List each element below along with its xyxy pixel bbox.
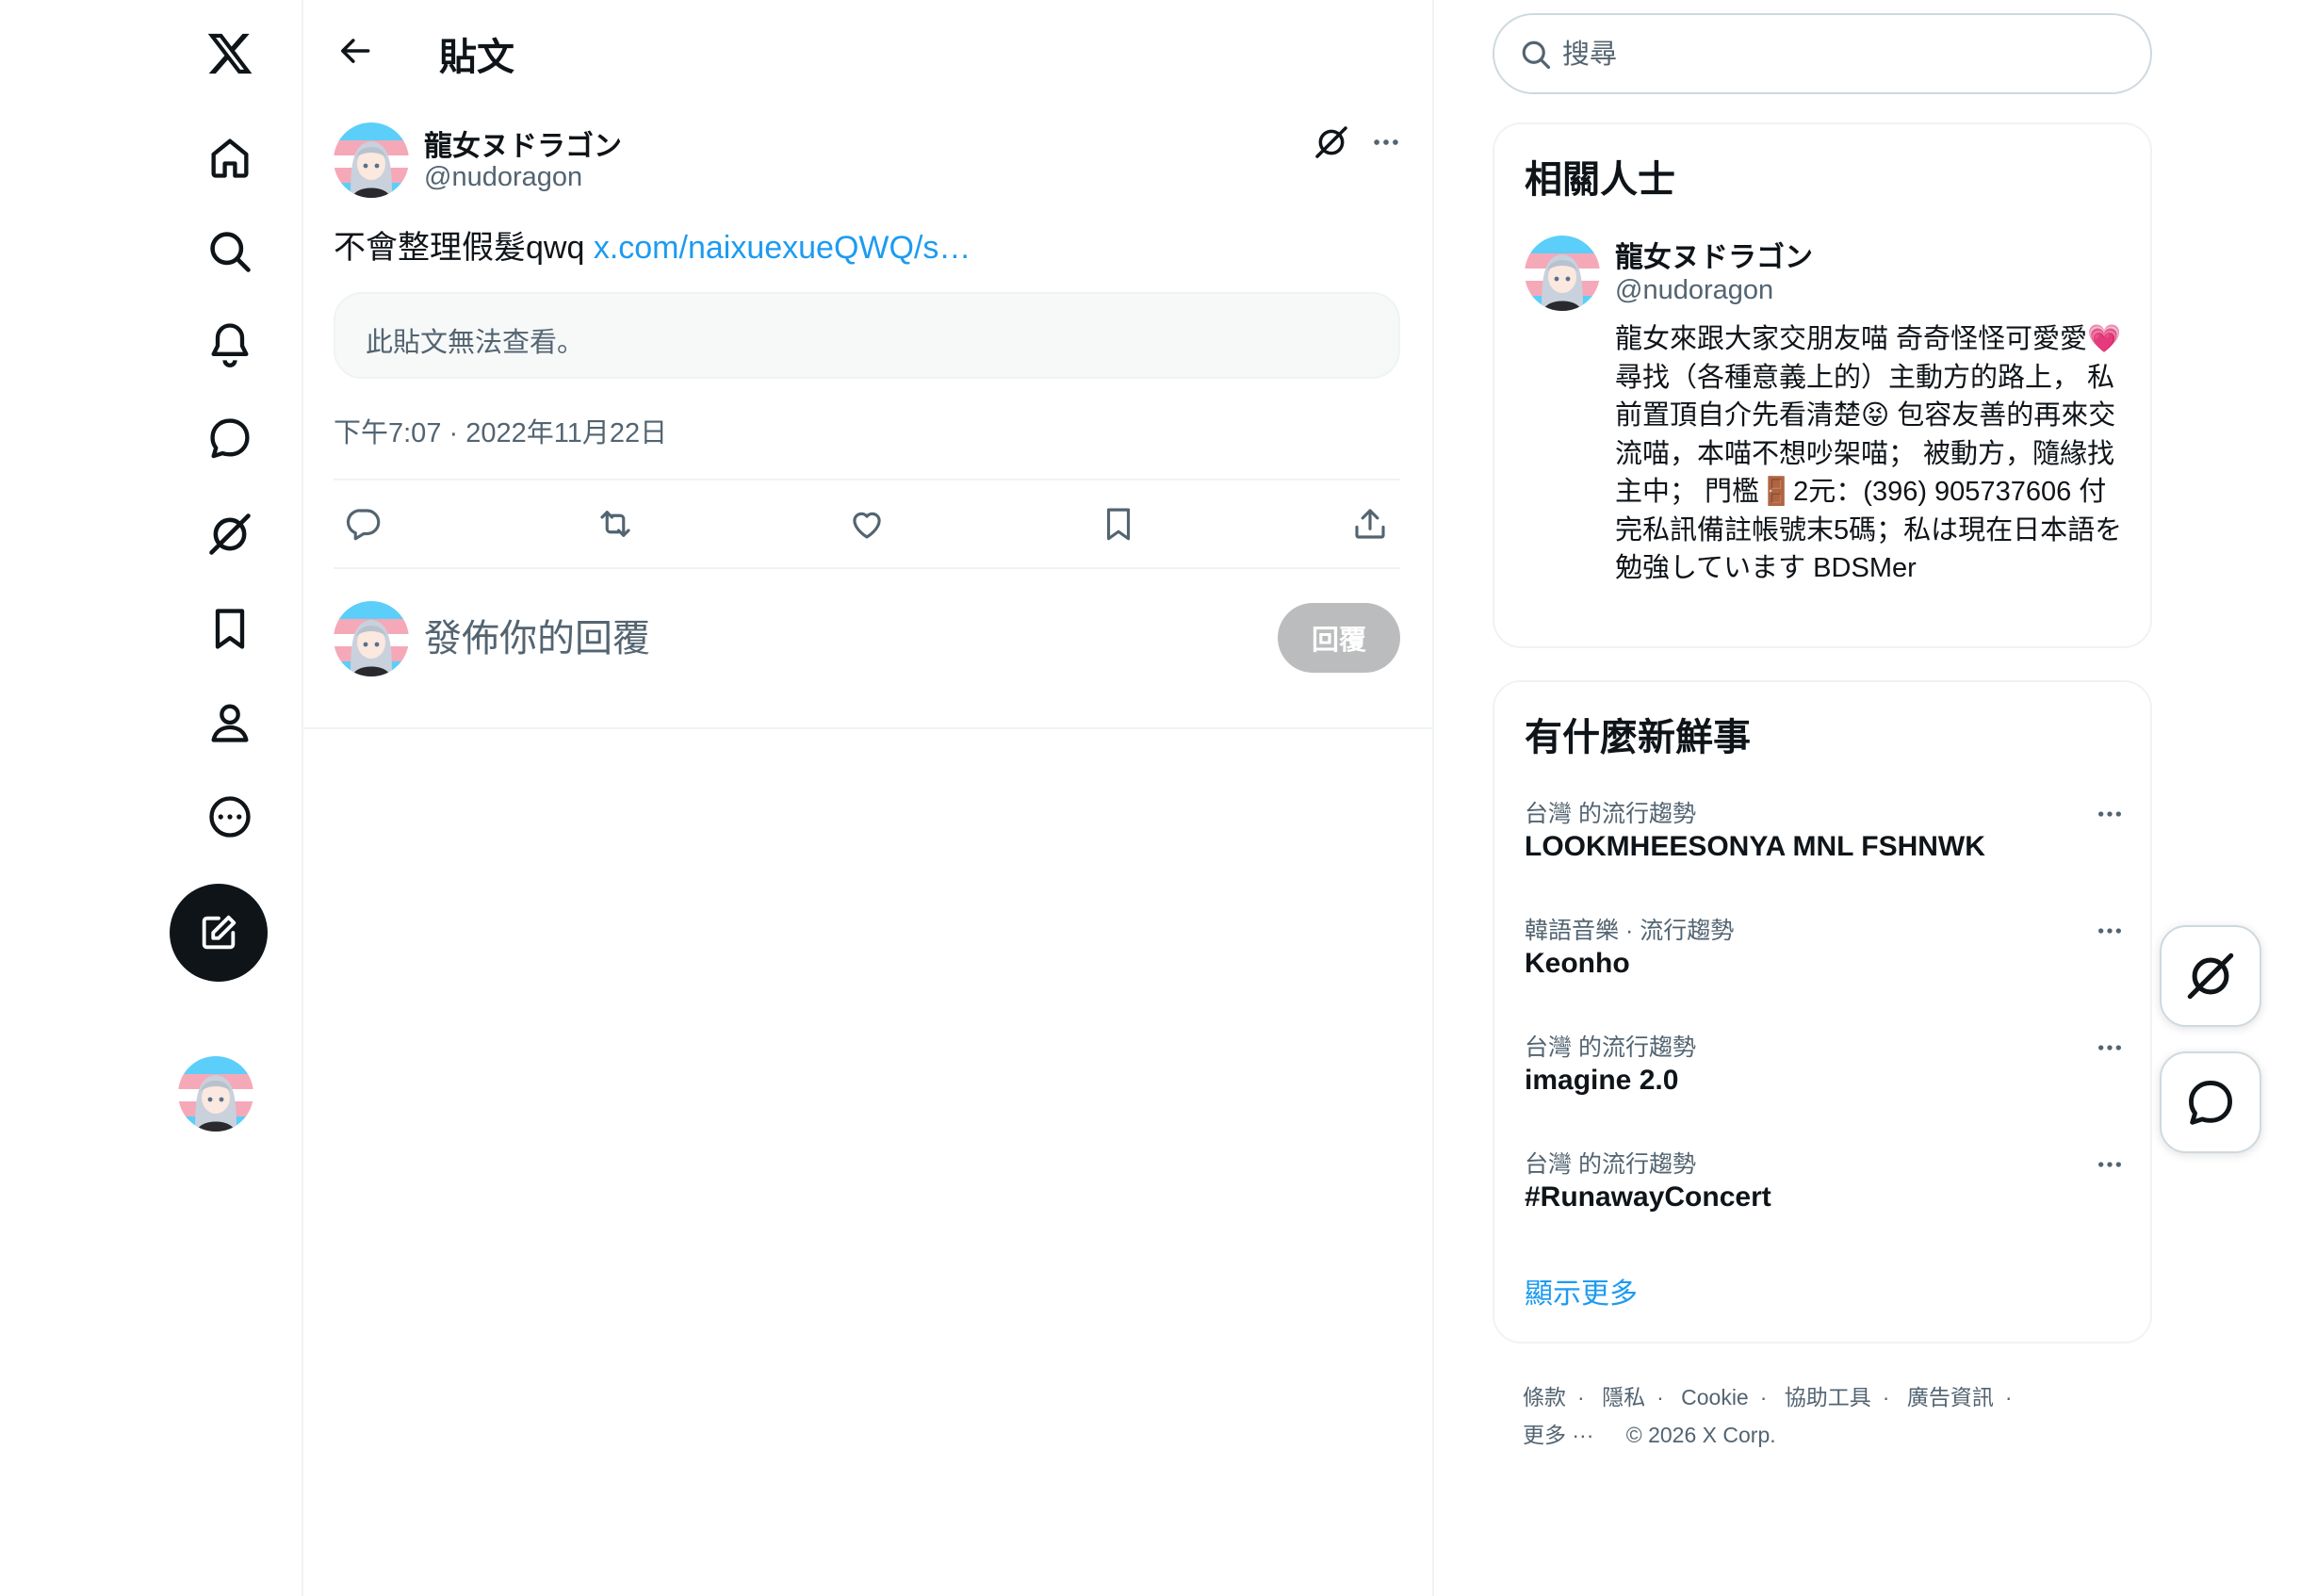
unavailable-quote-card: 此貼文無法查看。	[334, 292, 1400, 379]
more-horizontal-icon	[2098, 1045, 2121, 1050]
footer-link-privacy[interactable]: 隱私	[1602, 1385, 1645, 1409]
grok-icon	[1315, 126, 1347, 158]
page-title: 貼文	[439, 37, 514, 78]
bookmark-icon	[1106, 508, 1131, 541]
related-user-avatar[interactable]	[1525, 236, 1600, 311]
related-user-name[interactable]: 龍女ヌドラゴン	[1615, 234, 1813, 275]
reply-action-button[interactable]	[334, 494, 394, 554]
share-icon	[1355, 509, 1385, 539]
grok-float-button[interactable]	[2160, 925, 2261, 1027]
footer-link-accessibility[interactable]: 協助工具	[1785, 1385, 1871, 1409]
post-author-handle[interactable]: @nudoragon	[424, 162, 582, 193]
profile-icon[interactable]	[174, 680, 286, 765]
search-icon[interactable]	[174, 209, 286, 294]
like-action-button[interactable]	[837, 494, 897, 554]
bookmark-action-button[interactable]	[1088, 494, 1149, 554]
more-icon[interactable]	[174, 774, 286, 859]
app-root: 貼文 龍女ヌドラゴン @nudoragon 不會整理假髮qwq x.com/na…	[0, 0, 2301, 1596]
more-horizontal-icon	[2098, 811, 2121, 817]
reply-icon	[346, 509, 381, 541]
more-horizontal-icon	[2098, 928, 2121, 934]
compose-button[interactable]	[170, 884, 268, 982]
search-box[interactable]	[1493, 13, 2152, 94]
post-author-name[interactable]: 龍女ヌドラゴン	[424, 122, 622, 164]
trend-more-button[interactable]	[2088, 795, 2131, 833]
trend-meta: 台灣 的流行趨勢	[1525, 1151, 1696, 1178]
footer-link-cookie[interactable]: Cookie	[1681, 1385, 1749, 1409]
notifications-icon[interactable]	[174, 301, 286, 386]
reply-input[interactable]	[424, 603, 952, 675]
trends-title: 有什麼新鮮事	[1525, 717, 1751, 758]
grok-explain-button[interactable]	[1310, 121, 1353, 164]
footer-link-ads-info[interactable]: 廣告資訊	[1907, 1385, 1994, 1409]
more-horizontal-icon	[1374, 139, 1398, 145]
trend-item[interactable]: 台灣 的流行趨勢 LOOKMHEESONYA MNL FSHNWK	[1525, 795, 2128, 901]
grok-icon	[2187, 953, 2234, 1000]
messages-float-button[interactable]	[2160, 1051, 2261, 1153]
bookmarks-icon[interactable]	[174, 586, 286, 671]
arrow-left-icon	[341, 39, 370, 63]
trend-item[interactable]: 台灣 的流行趨勢 imagine 2.0	[1525, 1029, 2128, 1134]
footer-copyright: © 2026 X Corp.	[1625, 1423, 1776, 1447]
trend-item[interactable]: 台灣 的流行趨勢 #RunawayConcert	[1525, 1146, 2128, 1251]
account-avatar[interactable]	[178, 1056, 253, 1132]
trend-item[interactable]: 韓語音樂 · 流行趨勢 Keonho	[1525, 912, 2128, 1018]
trend-meta: 台灣 的流行趨勢	[1525, 1034, 1696, 1061]
search-icon	[1522, 41, 1551, 70]
trend-more-button[interactable]	[2088, 1146, 2131, 1183]
post-timestamp[interactable]: 下午7:07 · 2022年11月22日	[334, 411, 667, 450]
footer-link-terms[interactable]: 條款	[1523, 1385, 1566, 1409]
heart-icon	[853, 512, 881, 539]
left-navigation	[158, 0, 302, 1596]
post-text: 不會整理假髮qwq x.com/naixuexueQWQ/s…	[334, 226, 971, 269]
divider	[334, 567, 1400, 569]
messages-icon	[2189, 1081, 2232, 1125]
trend-name: LOOKMHEESONYA MNL FSHNWK	[1525, 831, 1985, 862]
post-body: 不會整理假髮qwq	[334, 230, 594, 266]
compose-icon	[202, 915, 237, 950]
reply-composer-avatar[interactable]	[334, 601, 409, 676]
related-user-bio: 龍女來跟大家交朋友喵 奇奇怪怪可愛愛💗 尋找（各種意義上的）主動方的路上， 私前…	[1615, 324, 2123, 583]
main-column: 貼文 龍女ヌドラゴン @nudoragon 不會整理假髮qwq x.com/na…	[303, 0, 1432, 1596]
x-logo-icon[interactable]	[174, 11, 286, 96]
show-more-link[interactable]: 顯示更多	[1525, 1270, 1638, 1311]
footer-more-link[interactable]: 更多 ···	[1523, 1423, 1593, 1447]
trends-card: 有什麼新鮮事 台灣 的流行趨勢 LOOKMHEESONYA MNL FSHNWK…	[1493, 680, 2152, 1344]
divider	[303, 727, 1432, 729]
trend-more-button[interactable]	[2088, 912, 2131, 950]
back-button[interactable]	[326, 21, 386, 81]
repost-icon	[600, 511, 630, 537]
post-link[interactable]: x.com/naixuexueQWQ/s…	[594, 230, 971, 266]
related-people-title: 相關人士	[1525, 159, 1675, 201]
search-input[interactable]	[1562, 28, 2128, 81]
trend-meta: 韓語音樂 · 流行趨勢	[1525, 918, 1735, 944]
trend-name: imagine 2.0	[1525, 1065, 1679, 1096]
repost-action-button[interactable]	[585, 494, 645, 554]
post-author-avatar[interactable]	[334, 122, 409, 198]
trend-more-button[interactable]	[2088, 1029, 2131, 1067]
trend-name: Keonho	[1525, 948, 1630, 979]
related-people-card: 相關人士 龍女ヌドラゴン @nudoragon 龍女來跟大家交朋友喵 奇奇怪怪可…	[1493, 122, 2152, 648]
post-actions	[334, 480, 1400, 567]
trend-name: #RunawayConcert	[1525, 1181, 1771, 1213]
share-action-button[interactable]	[1340, 494, 1400, 554]
messages-icon[interactable]	[174, 396, 286, 480]
home-icon[interactable]	[174, 115, 286, 200]
grok-icon[interactable]	[174, 492, 286, 577]
related-user-handle[interactable]: @nudoragon	[1615, 275, 1773, 306]
reply-submit-button[interactable]: 回覆	[1278, 603, 1400, 673]
page-header: 貼文	[303, 0, 1432, 100]
more-horizontal-icon	[2098, 1162, 2121, 1167]
right-sidebar: 相關人士 龍女ヌドラゴン @nudoragon 龍女來跟大家交朋友喵 奇奇怪怪可…	[1432, 0, 2301, 1596]
post-more-button[interactable]	[1364, 121, 1408, 164]
unavailable-message: 此貼文無法查看。	[366, 328, 585, 358]
trend-meta: 台灣 的流行趨勢	[1525, 801, 1696, 827]
